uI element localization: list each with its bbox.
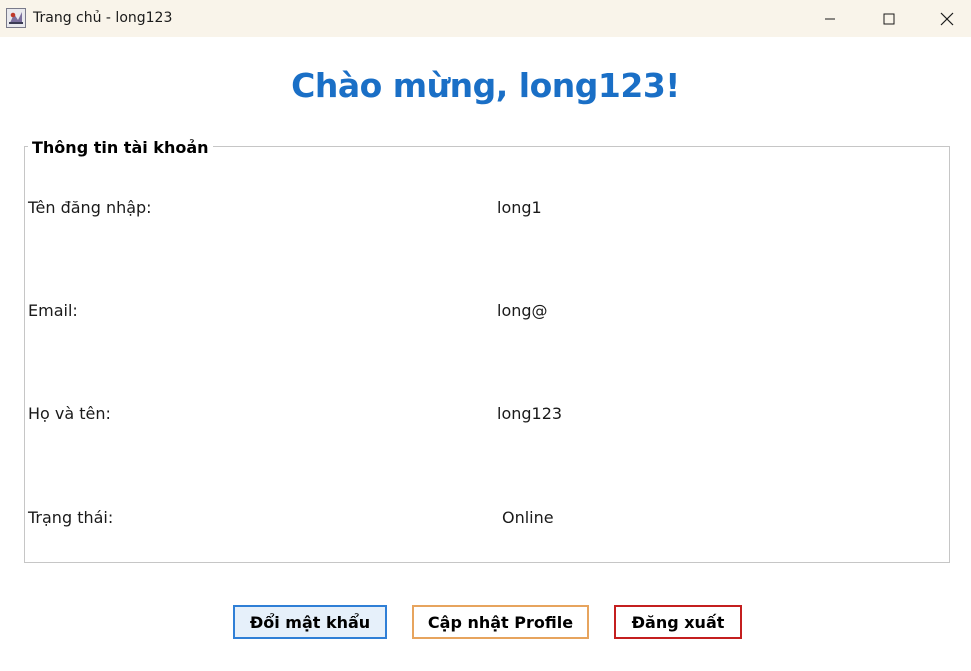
username-label: Tên đăng nhập: [28, 198, 152, 217]
status-label: Trạng thái: [28, 508, 114, 527]
change-password-button[interactable]: Đổi mật khẩu [233, 605, 387, 639]
close-button[interactable] [918, 0, 971, 37]
title-bar[interactable]: Trang chủ - long123 [0, 0, 971, 37]
username-value: long1 [497, 198, 542, 217]
close-icon [940, 12, 954, 25]
java-app-icon [6, 8, 26, 28]
maximize-icon [883, 13, 895, 24]
email-value: long@ [497, 301, 548, 320]
status-value: Online [502, 508, 554, 527]
fullname-value: long123 [497, 404, 563, 423]
panel-legend: Thông tin tài khoản [28, 138, 213, 157]
minimize-button[interactable] [801, 0, 859, 37]
window-title: Trang chủ - long123 [33, 10, 173, 26]
fullname-label: Họ và tên: [28, 404, 111, 423]
logout-button[interactable]: Đăng xuất [614, 605, 742, 639]
account-info-panel [24, 146, 950, 563]
maximize-button[interactable] [860, 0, 918, 37]
email-label: Email: [28, 301, 78, 320]
update-profile-button[interactable]: Cập nhật Profile [412, 605, 589, 639]
minimize-icon [825, 18, 835, 19]
welcome-heading: Chào mừng, long123! [291, 66, 680, 105]
app-window: Trang chủ - long123 Chào mừng, long123! … [0, 0, 971, 671]
